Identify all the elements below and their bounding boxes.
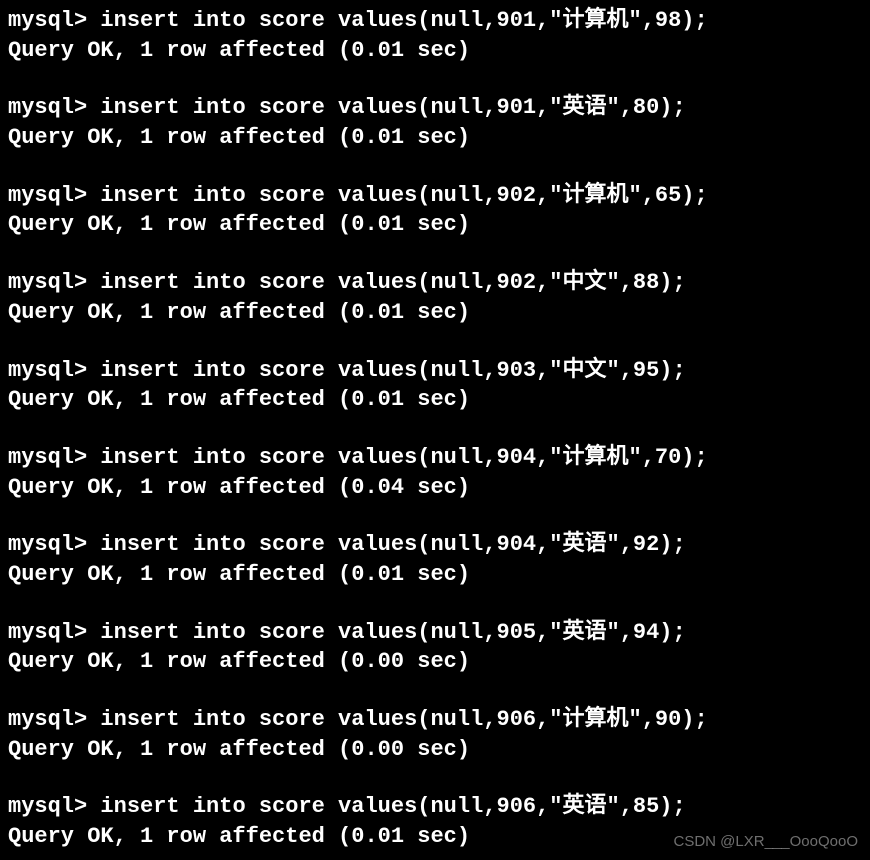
result-suffix: sec) [404, 649, 470, 674]
result-time: 0.01 [351, 562, 404, 587]
sql-entry-block: mysql> insert into score values(null,904… [8, 530, 862, 589]
sql-command-text: insert into score values(null,904,"计算机",… [100, 445, 707, 470]
result-time: 0.00 [351, 649, 404, 674]
sql-command-text: insert into score values(null,903,"中文",9… [100, 358, 685, 383]
mysql-prompt: mysql> [8, 445, 100, 470]
result-prefix: Query OK, 1 row affected ( [8, 125, 351, 150]
sql-result-line: Query OK, 1 row affected (0.00 sec) [8, 647, 862, 677]
sql-command-line: mysql> insert into score values(null,905… [8, 618, 862, 648]
mysql-prompt: mysql> [8, 95, 100, 120]
sql-command-line: mysql> insert into score values(null,901… [8, 6, 862, 36]
result-time: 0.01 [351, 300, 404, 325]
mysql-prompt: mysql> [8, 183, 100, 208]
sql-command-line: mysql> insert into score values(null,904… [8, 443, 862, 473]
sql-entry-block: mysql> insert into score values(null,905… [8, 618, 862, 677]
sql-result-line: Query OK, 1 row affected (0.01 sec) [8, 298, 862, 328]
mysql-prompt: mysql> [8, 620, 100, 645]
sql-result-line: Query OK, 1 row affected (0.04 sec) [8, 473, 862, 503]
sql-command-text: insert into score values(null,906,"计算机",… [100, 707, 707, 732]
sql-command-line: mysql> insert into score values(null,901… [8, 93, 862, 123]
sql-command-text: insert into score values(null,906,"英语",8… [100, 794, 685, 819]
result-prefix: Query OK, 1 row affected ( [8, 562, 351, 587]
mysql-prompt: mysql> [8, 8, 100, 33]
sql-command-text: insert into score values(null,905,"英语",9… [100, 620, 685, 645]
sql-entry-block: mysql> insert into score values(null,906… [8, 705, 862, 764]
result-suffix: sec) [404, 387, 470, 412]
sql-command-text: insert into score values(null,901,"计算机",… [100, 8, 707, 33]
sql-command-line: mysql> insert into score values(null,902… [8, 181, 862, 211]
result-prefix: Query OK, 1 row affected ( [8, 475, 351, 500]
result-prefix: Query OK, 1 row affected ( [8, 737, 351, 762]
mysql-prompt: mysql> [8, 794, 100, 819]
result-time: 0.01 [351, 387, 404, 412]
result-suffix: sec) [404, 300, 470, 325]
result-suffix: sec) [404, 824, 470, 849]
mysql-prompt: mysql> [8, 270, 100, 295]
sql-entry-block: mysql> insert into score values(null,903… [8, 356, 862, 415]
result-prefix: Query OK, 1 row affected ( [8, 824, 351, 849]
sql-command-line: mysql> insert into score values(null,906… [8, 792, 862, 822]
sql-command-line: mysql> insert into score values(null,904… [8, 530, 862, 560]
result-time: 0.01 [351, 38, 404, 63]
sql-command-text: insert into score values(null,902,"中文",8… [100, 270, 685, 295]
result-time: 0.01 [351, 125, 404, 150]
sql-result-line: Query OK, 1 row affected (0.01 sec) [8, 36, 862, 66]
mysql-prompt: mysql> [8, 532, 100, 557]
sql-command-text: insert into score values(null,904,"英语",9… [100, 532, 685, 557]
sql-entry-block: mysql> insert into score values(null,901… [8, 93, 862, 152]
sql-command-line: mysql> insert into score values(null,902… [8, 268, 862, 298]
sql-result-line: Query OK, 1 row affected (0.01 sec) [8, 385, 862, 415]
result-prefix: Query OK, 1 row affected ( [8, 387, 351, 412]
mysql-prompt: mysql> [8, 358, 100, 383]
result-suffix: sec) [404, 212, 470, 237]
result-time: 0.00 [351, 737, 404, 762]
result-suffix: sec) [404, 737, 470, 762]
result-suffix: sec) [404, 38, 470, 63]
sql-command-line: mysql> insert into score values(null,903… [8, 356, 862, 386]
terminal-output[interactable]: mysql> insert into score values(null,901… [8, 6, 862, 852]
result-suffix: sec) [404, 125, 470, 150]
sql-command-text: insert into score values(null,901,"英语",8… [100, 95, 685, 120]
sql-entry-block: mysql> insert into score values(null,904… [8, 443, 862, 502]
sql-result-line: Query OK, 1 row affected (0.01 sec) [8, 560, 862, 590]
result-suffix: sec) [404, 562, 470, 587]
sql-entry-block: mysql> insert into score values(null,901… [8, 6, 862, 65]
result-time: 0.04 [351, 475, 404, 500]
mysql-prompt: mysql> [8, 707, 100, 732]
result-prefix: Query OK, 1 row affected ( [8, 38, 351, 63]
result-time: 0.01 [351, 824, 404, 849]
result-prefix: Query OK, 1 row affected ( [8, 649, 351, 674]
sql-result-line: Query OK, 1 row affected (0.01 sec) [8, 210, 862, 240]
result-prefix: Query OK, 1 row affected ( [8, 212, 351, 237]
sql-entry-block: mysql> insert into score values(null,902… [8, 268, 862, 327]
sql-command-line: mysql> insert into score values(null,906… [8, 705, 862, 735]
watermark-text: CSDN @LXR___OooQooO [674, 832, 858, 852]
result-prefix: Query OK, 1 row affected ( [8, 300, 351, 325]
sql-result-line: Query OK, 1 row affected (0.01 sec) [8, 123, 862, 153]
sql-result-line: Query OK, 1 row affected (0.00 sec) [8, 735, 862, 765]
sql-entry-block: mysql> insert into score values(null,902… [8, 181, 862, 240]
sql-command-text: insert into score values(null,902,"计算机",… [100, 183, 707, 208]
result-time: 0.01 [351, 212, 404, 237]
result-suffix: sec) [404, 475, 470, 500]
